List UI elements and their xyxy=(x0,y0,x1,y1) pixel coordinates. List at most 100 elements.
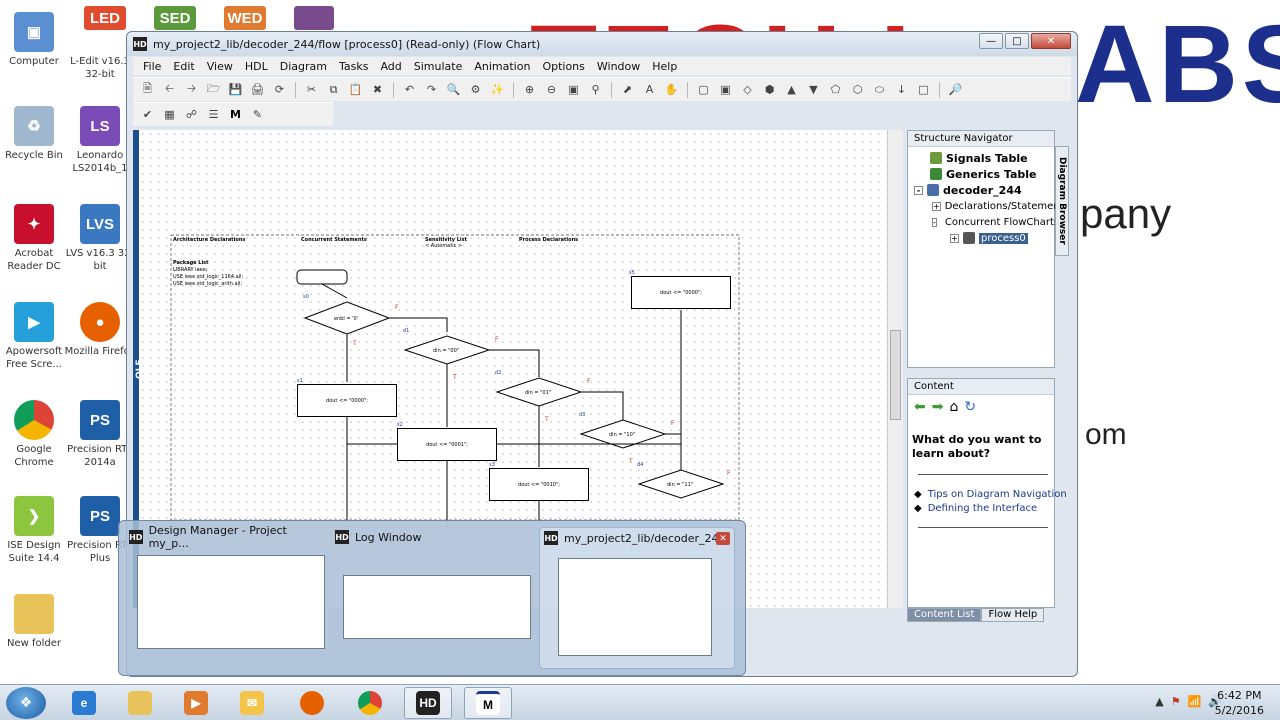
tree-item-generics-table[interactable]: Generics Table xyxy=(908,166,1054,182)
tree-item-concurrent-flowcharts[interactable]: - Concurrent FlowCharts xyxy=(908,214,1059,230)
thumbnail-close-button[interactable]: ✕ xyxy=(716,532,730,545)
expand-icon[interactable]: + xyxy=(932,201,941,211)
menu-simulate[interactable]: Simulate xyxy=(414,60,463,73)
action-center-icon[interactable]: ⚑ xyxy=(1171,695,1181,708)
copy-icon[interactable]: ⧉ xyxy=(325,81,342,98)
taskbar-ie[interactable]: e xyxy=(60,687,108,719)
text-icon[interactable]: A xyxy=(641,81,658,98)
redo-icon[interactable]: ↷ xyxy=(423,81,440,98)
generate-icon[interactable]: ☍ xyxy=(183,106,200,123)
home-icon[interactable]: ⌂ xyxy=(949,399,958,415)
modelsim-icon[interactable]: M xyxy=(227,106,244,123)
tab-content-list[interactable]: Content List xyxy=(907,608,982,622)
menu-tasks[interactable]: Tasks xyxy=(339,60,368,73)
desktop-icon-new-folder[interactable]: New folder xyxy=(0,594,72,650)
browser-toggle-icon[interactable]: 🔎 xyxy=(947,81,964,98)
flow-down-icon[interactable]: ↓ xyxy=(893,81,910,98)
true-label: T xyxy=(545,416,549,423)
tree-item-signals-table[interactable]: Signals Table xyxy=(908,150,1054,166)
hand-icon[interactable]: ✋ xyxy=(663,81,680,98)
table-icon[interactable]: ▦ xyxy=(161,106,178,123)
back-arrow-icon[interactable]: ⬅ xyxy=(914,399,926,415)
minimize-button[interactable]: — xyxy=(979,33,1003,49)
start-icon[interactable]: ▲ xyxy=(783,81,800,98)
network-icon[interactable]: 📶 xyxy=(1188,695,1202,708)
show-hidden-icons[interactable]: ▲ xyxy=(1155,695,1163,708)
wait-box-icon[interactable]: ▣ xyxy=(717,81,734,98)
window-titlebar[interactable]: HD my_project2_lib/decoder_244/flow [pro… xyxy=(127,32,1077,56)
sync-icon[interactable]: ↻ xyxy=(964,399,976,415)
save-icon[interactable]: 💾 xyxy=(227,81,244,98)
action-box-icon[interactable]: ▢ xyxy=(695,81,712,98)
sed-badge[interactable]: SED xyxy=(154,6,196,30)
select-arrow-icon[interactable]: ⬈ xyxy=(619,81,636,98)
winrar-icon[interactable] xyxy=(294,6,334,30)
canvas-vertical-scrollbar[interactable] xyxy=(887,130,903,608)
menu-diagram[interactable]: Diagram xyxy=(280,60,327,73)
print-icon[interactable]: 🖨 xyxy=(249,81,266,98)
tab-flow-help[interactable]: Flow Help xyxy=(981,608,1045,622)
link-defining-interface[interactable]: ◆ Defining the Interface xyxy=(914,503,1037,514)
back-icon[interactable]: 🡠 xyxy=(161,81,178,98)
tree-item-process0[interactable]: + process0 xyxy=(908,230,1054,246)
menu-edit[interactable]: Edit xyxy=(173,60,194,73)
start-button[interactable]: ❖ xyxy=(6,687,46,719)
delete-icon[interactable]: ✖ xyxy=(369,81,386,98)
junction-icon[interactable]: ⬭ xyxy=(871,81,888,98)
stack-icon[interactable]: ☰ xyxy=(205,106,222,123)
menu-options[interactable]: Options xyxy=(542,60,584,73)
loop-end-icon[interactable]: ⬡ xyxy=(849,81,866,98)
label-d2: d2 xyxy=(495,370,502,376)
menu-help[interactable]: Help xyxy=(652,60,677,73)
tree-item-declarations[interactable]: + Declarations/Statements xyxy=(908,198,1069,214)
case-icon[interactable]: ⬢ xyxy=(761,81,778,98)
cut-icon[interactable]: ✂ xyxy=(303,81,320,98)
taskbar-hds[interactable]: HD xyxy=(404,687,452,719)
menu-animation[interactable]: Animation xyxy=(474,60,530,73)
decision-icon[interactable]: ◇ xyxy=(739,81,756,98)
frame-icon[interactable]: □ xyxy=(915,81,932,98)
taskbar-chrome[interactable] xyxy=(346,687,394,719)
forward-icon[interactable]: 🡢 xyxy=(183,81,200,98)
menu-view[interactable]: View xyxy=(207,60,233,73)
thumbnail-log-window[interactable]: HD Log Window xyxy=(335,527,531,669)
thumbnail-flow-chart[interactable]: HD my_project2_lib/decoder_24... ✕ xyxy=(539,527,735,669)
undo-icon[interactable]: ↶ xyxy=(401,81,418,98)
taskbar-modelsim[interactable]: M xyxy=(464,687,512,719)
menu-window[interactable]: Window xyxy=(597,60,640,73)
zoom-select-icon[interactable]: ⚲ xyxy=(587,81,604,98)
menu-hdl[interactable]: HDL xyxy=(245,60,268,73)
close-button[interactable]: ✕ xyxy=(1031,33,1071,49)
taskbar-media-player[interactable]: ▶ xyxy=(172,687,220,719)
up-folder-icon[interactable]: 🗁 xyxy=(205,81,222,98)
new-icon[interactable]: 🗎 xyxy=(139,81,156,98)
taskbar-firefox[interactable] xyxy=(288,687,336,719)
diagram-browser-tab[interactable]: Diagram Browser xyxy=(1055,146,1069,256)
tree-item-decoder-244[interactable]: - decoder_244 xyxy=(908,182,1054,198)
zoom-in-icon[interactable]: ⊕ xyxy=(521,81,538,98)
zoom-fit-icon[interactable]: ▣ xyxy=(565,81,582,98)
link-diagram-navigation[interactable]: ◆ Tips on Diagram Navigation xyxy=(914,489,1067,500)
loop-icon[interactable]: ⬠ xyxy=(827,81,844,98)
taskbar-outlook[interactable]: ✉ xyxy=(228,687,276,719)
end-icon[interactable]: ▼ xyxy=(805,81,822,98)
expand-icon[interactable]: + xyxy=(950,233,959,243)
menu-file[interactable]: File xyxy=(143,60,161,73)
refresh-icon[interactable]: ⟳ xyxy=(271,81,288,98)
taskbar-explorer[interactable] xyxy=(116,687,164,719)
collapse-icon[interactable]: - xyxy=(914,185,923,195)
maximize-button[interactable]: □ xyxy=(1005,33,1029,49)
paste-icon[interactable]: 📋 xyxy=(347,81,364,98)
collapse-icon[interactable]: - xyxy=(932,217,937,227)
forward-arrow-icon[interactable]: ➡ xyxy=(932,399,944,415)
menu-add[interactable]: Add xyxy=(380,60,401,73)
thumbnail-design-manager[interactable]: HD Design Manager - Project my_p... xyxy=(129,524,325,669)
wed-badge[interactable]: WED xyxy=(224,6,266,30)
wand-icon[interactable]: ✨ xyxy=(489,81,506,98)
zoom-out-icon[interactable]: ⊖ xyxy=(543,81,560,98)
taskbar-clock[interactable]: 6:42 PM 5/2/2016 xyxy=(1215,688,1264,718)
check-icon[interactable]: ✔ xyxy=(139,106,156,123)
settings-icon[interactable]: ⚙ xyxy=(467,81,484,98)
find-icon[interactable]: 🔍 xyxy=(445,81,462,98)
hdl-editor-icon[interactable]: ✎ xyxy=(249,106,266,123)
